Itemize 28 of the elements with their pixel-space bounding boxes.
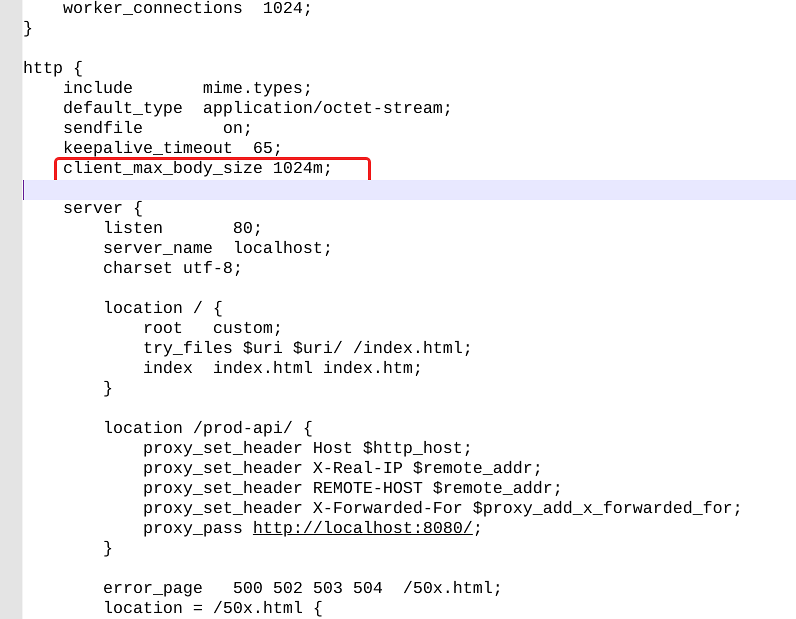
text-cursor	[23, 180, 24, 200]
code-line: location /prod-api/ {	[102, 420, 313, 440]
code-line: server_name localhost;	[102, 240, 333, 260]
code-line: default_type application/octet-stream;	[62, 100, 453, 120]
code-line: try_files $uri $uri/ /index.html;	[142, 340, 473, 360]
code-line: proxy_set_header X-Real-IP $remote_addr;	[142, 460, 543, 480]
code-line: location / {	[102, 300, 223, 320]
code-line: charset utf-8;	[102, 260, 243, 280]
code-line: proxy_set_header X-Forwarded-For $proxy_add_x_forwarded_for;	[142, 500, 743, 520]
code-line: }	[102, 540, 113, 560]
code-line: worker_connections 1024;	[62, 0, 313, 20]
code-line: error_page 500 502 503 504 /50x.html;	[102, 580, 503, 600]
code-line: proxy_set_header Host $http_host;	[142, 440, 473, 460]
code-line: location = /50x.html {	[102, 600, 323, 619]
code-line: root custom;	[142, 320, 283, 340]
code-line: server {	[62, 200, 143, 220]
code-line: http {	[23, 60, 83, 80]
code-line: index index.html index.htm;	[142, 360, 423, 380]
code-line: }	[23, 20, 33, 40]
code-line: proxy_set_header REMOTE-HOST $remote_addr;	[142, 480, 563, 500]
code-line: client_max_body_size 1024m;	[62, 160, 333, 180]
code-line: proxy_pass http://localhost:8080/;	[142, 520, 483, 540]
link[interactable]: http://localhost:8080/	[252, 520, 473, 539]
code-line: keepalive_timeout 65;	[62, 140, 283, 160]
code-line: sendfile on;	[62, 120, 253, 140]
code-line: listen 80;	[102, 220, 263, 240]
code-line: include mime.types;	[62, 80, 313, 100]
code-line: }	[102, 380, 113, 400]
